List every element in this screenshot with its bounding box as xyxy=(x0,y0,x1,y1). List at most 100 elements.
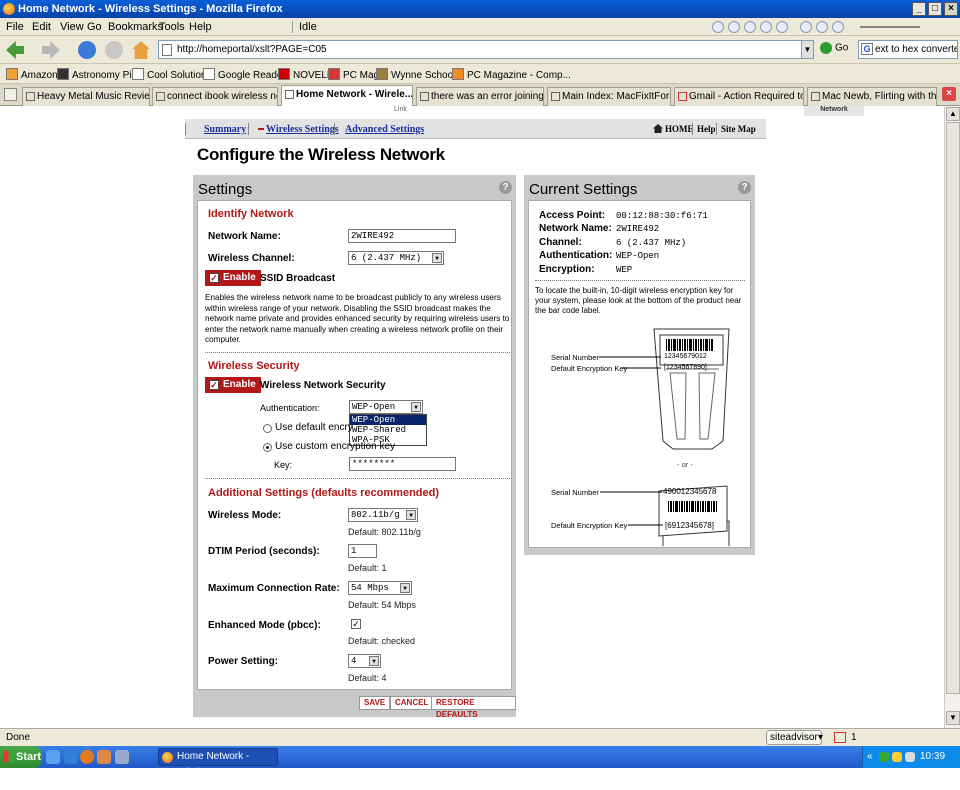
media-control-icon[interactable] xyxy=(760,21,772,33)
novell-icon xyxy=(278,68,290,80)
tab-home-network[interactable]: Home Network - Wirele... xyxy=(281,85,413,106)
quicklaunch-icon[interactable] xyxy=(46,750,60,764)
wireless-network-security-label: Wireless Network Security xyxy=(260,380,386,391)
maximize-button[interactable]: □ xyxy=(928,2,942,16)
media-control-icon[interactable] xyxy=(832,21,844,33)
menu-file[interactable]: File xyxy=(6,21,24,33)
use-default-key-radio[interactable] xyxy=(263,424,272,433)
scroll-down-icon[interactable]: ▼ xyxy=(946,711,960,725)
url-bar[interactable]: http://homeportal/xslt?PAGE=C05 xyxy=(158,40,814,59)
idle-status: Idle xyxy=(292,21,317,33)
network-name-input[interactable]: 2WIRE492 xyxy=(348,229,456,243)
menu-go[interactable]: Go xyxy=(87,21,102,33)
list-all-tabs-icon[interactable] xyxy=(4,88,17,101)
chevron-down-icon[interactable]: ▾ xyxy=(818,729,823,746)
router-subnav: Summary Wireless Settings Advanced Setti… xyxy=(185,119,766,139)
tab-heavy-metal[interactable]: Heavy Metal Music Review... xyxy=(22,87,150,106)
bookmark-pc-magazine[interactable]: PC Magazine - Comp... xyxy=(452,68,571,81)
siteadvisor-button[interactable]: siteadvisor xyxy=(766,730,822,745)
gmail-icon xyxy=(678,92,687,101)
encryption-key-input[interactable]: ******** xyxy=(349,457,456,471)
home-icon xyxy=(653,124,663,133)
cancel-button[interactable]: CANCEL xyxy=(390,696,434,710)
bookmark-astronomy-pic[interactable]: Astronomy Pic xyxy=(57,68,136,81)
ssid-enable-toggle[interactable]: ✓ Enable xyxy=(205,270,261,286)
subnav-site-map[interactable]: Site Map xyxy=(721,124,756,134)
security-enable-toggle[interactable]: ✓ Enable xyxy=(205,377,261,393)
menu-bookmarks[interactable]: Bookmarks xyxy=(108,21,163,33)
router-tab-network[interactable]: Network xyxy=(804,106,864,116)
auth-option-wep-open[interactable]: WEP-Open xyxy=(350,415,426,425)
dtim-period-input[interactable]: 1 xyxy=(348,544,377,558)
auth-option-wep-shared[interactable]: WEP-Shared xyxy=(350,425,426,435)
home-icon[interactable] xyxy=(132,41,150,59)
settings-panel-title: Settings xyxy=(198,181,253,198)
page-title: Configure the Wireless Network xyxy=(197,145,445,164)
wireless-mode-default: Default: 802.11b/g xyxy=(348,527,421,537)
volume-icon[interactable] xyxy=(905,752,915,762)
firefox-icon[interactable] xyxy=(80,750,94,764)
wireless-channel-select[interactable]: 6 (2.437 MHz) ▼ xyxy=(348,251,444,265)
scroll-thumb[interactable] xyxy=(946,122,960,694)
bookmark-wynne-schools[interactable]: Wynne Schools xyxy=(376,68,460,81)
tab-macfixit[interactable]: Main Index: MacFixItForums xyxy=(547,87,671,106)
menu-edit[interactable]: Edit xyxy=(32,21,51,33)
search-input[interactable]: G ext to hex converter xyxy=(858,40,958,59)
forward-icon[interactable] xyxy=(42,41,60,59)
menu-tools[interactable]: Tools xyxy=(159,21,185,33)
power-setting-select[interactable]: 4 ▼ xyxy=(348,654,381,668)
quicklaunch-icon[interactable] xyxy=(115,750,129,764)
media-control-icon[interactable] xyxy=(816,21,828,33)
tab-mac-newb[interactable]: Mac Newb, Flirting with the... xyxy=(807,87,937,106)
subnav-home[interactable]: HOME xyxy=(665,124,694,134)
bookmark-novell[interactable]: NOVELL xyxy=(278,68,332,81)
media-control-icon[interactable] xyxy=(712,21,724,33)
subnav-wireless-settings[interactable]: Wireless Settings xyxy=(266,124,339,135)
subnav-help[interactable]: Help xyxy=(697,124,716,134)
vertical-scrollbar[interactable]: ▲ ▼ xyxy=(944,106,960,728)
close-tab-icon[interactable]: × xyxy=(942,87,956,101)
tab-gmail[interactable]: Gmail - Action Required to ... xyxy=(674,87,804,106)
save-button[interactable]: SAVE xyxy=(359,696,391,710)
media-control-icon[interactable] xyxy=(776,21,788,33)
use-custom-key-radio[interactable] xyxy=(263,443,272,452)
tray-icon[interactable] xyxy=(892,752,902,762)
bookmark-cool-solutions[interactable]: Cool Solutions xyxy=(132,68,211,81)
back-icon[interactable] xyxy=(6,41,24,59)
bookmark-pc-mag[interactable]: PC Mag xyxy=(328,68,379,81)
close-button[interactable]: × xyxy=(944,2,958,16)
go-button[interactable]: Go xyxy=(820,42,848,54)
tab-connect-ibook[interactable]: connect ibook wireless net... xyxy=(152,87,278,106)
media-control-icon[interactable] xyxy=(800,21,812,33)
stop-icon[interactable] xyxy=(105,41,123,59)
scroll-up-icon[interactable]: ▲ xyxy=(946,107,960,121)
start-button[interactable]: Start xyxy=(0,746,42,768)
ie-icon[interactable] xyxy=(64,750,78,764)
chevron-down-icon: ▼ xyxy=(400,583,410,593)
help-icon[interactable]: ? xyxy=(499,181,512,194)
url-dropdown-icon[interactable]: ▼ xyxy=(801,41,813,58)
taskbar-firefox-window[interactable]: Home Network - Wirel... xyxy=(158,748,278,778)
media-control-icon[interactable] xyxy=(728,21,740,33)
tray-expand-icon[interactable]: « xyxy=(867,746,873,768)
restore-defaults-button[interactable]: RESTORE DEFAULTS xyxy=(431,696,516,719)
reload-icon[interactable] xyxy=(78,41,96,59)
enhanced-mode-checkbox[interactable]: ✓ xyxy=(351,619,361,629)
menu-view[interactable]: View xyxy=(60,21,84,33)
quicklaunch-icon[interactable] xyxy=(97,750,111,764)
volume-slider[interactable] xyxy=(860,26,920,28)
bookmark-google-reader[interactable]: Google Reader xyxy=(203,68,286,81)
subnav-advanced-settings[interactable]: Advanced Settings xyxy=(345,124,424,135)
subnav-summary[interactable]: Summary xyxy=(204,124,246,135)
minimize-button[interactable]: _ xyxy=(912,2,926,16)
wireless-mode-select[interactable]: 802.11b/g ▼ xyxy=(348,508,418,522)
router-tab-link[interactable]: Link xyxy=(394,106,407,113)
menu-help[interactable]: Help xyxy=(189,21,212,33)
network-icon[interactable] xyxy=(879,752,889,762)
help-icon[interactable]: ? xyxy=(738,181,751,194)
authentication-select[interactable]: WEP-Open ▼ xyxy=(349,400,423,414)
media-control-icon[interactable] xyxy=(744,21,756,33)
bookmark-amazon[interactable]: Amazon xyxy=(6,68,58,81)
tab-error-joining[interactable]: there was an error joining ... xyxy=(416,87,544,106)
max-connection-rate-select[interactable]: 54 Mbps ▼ xyxy=(348,581,412,595)
